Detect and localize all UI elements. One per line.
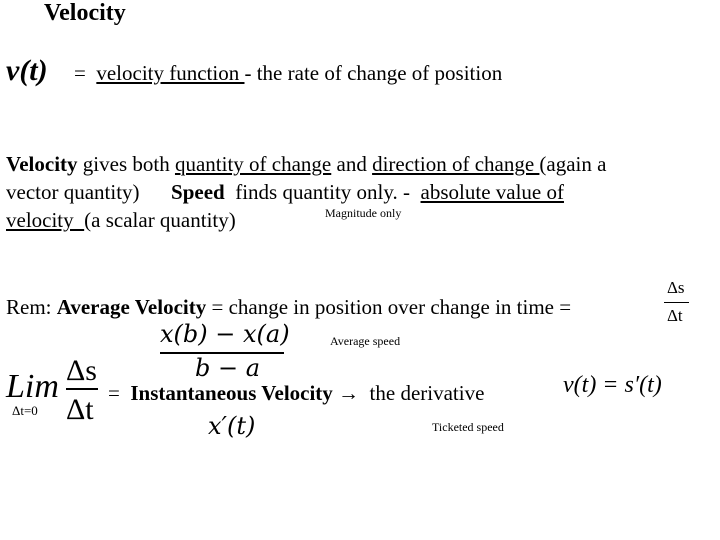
average-velocity-line: Rem: Average Velocity = change in positi… [6,295,571,320]
derivative-formula: v(t) = s′(t) [563,372,662,398]
term-velocity-function: velocity function [96,61,245,85]
paragraph-line-1: Velocity gives both quantity of change a… [6,150,606,178]
annotation-average-speed: Average speed [330,334,401,348]
fraction-denominator: Δt [667,306,683,325]
definition-text: - the rate of change of position [244,61,503,85]
velocity-underlined: velocity [6,208,85,232]
text: = change in position over change in time… [206,295,572,319]
direction-of-change: direction of change [372,152,540,176]
fraction-numerator: Δs [667,278,685,297]
paragraph-line-3: velocity (a scalar quantity) [6,206,606,234]
limit-fraction-numerator: Δs [66,354,97,387]
annotation-ticketed-speed: Ticketed speed [432,420,504,434]
difference-quotient-denominator: b − a [195,354,261,382]
absolute-value-of: absolute value of [420,180,564,204]
equals-sign: = [74,61,86,85]
average-velocity-bold: Average Velocity [56,295,207,319]
derivative-alt: x′(t) [208,412,256,440]
text: (a scalar quantity) [84,208,236,232]
difference-quotient-numerator: x(b) − x(a) [160,320,290,348]
text: gives both [77,152,175,176]
text: finds quantity only. - [224,180,421,204]
page-title: Velocity [44,0,126,26]
text: the derivative [364,381,485,405]
arrow-right-icon: → [332,381,365,405]
text: vector quantity) [6,180,172,204]
limit-fraction-denominator: Δt [66,393,94,426]
limit-subscript: Δt=0 [12,403,38,418]
speed-bold: Speed [171,180,225,204]
equals-sign: = [108,381,126,405]
instantaneous-velocity-line: = Instantaneous Velocity → the derivativ… [108,381,484,406]
paragraph-line-2: vector quantity) Speed finds quantity on… [6,178,606,206]
text: (again a [539,152,607,176]
velocity-paragraph: Velocity gives both quantity of change a… [6,150,606,234]
text: and [331,152,373,176]
velocity-bold: Velocity [6,152,78,176]
annotation-magnitude-only: Magnitude only [325,206,402,220]
limit-symbol: Lim [6,368,59,405]
fraction-bar [664,302,689,303]
velocity-symbol: v(t) [6,54,48,87]
quantity-of-change: quantity of change [174,152,332,176]
rem-prefix: Rem: [6,295,57,319]
instantaneous-velocity-bold: Instantaneous Velocity [130,381,333,405]
limit-fraction-bar [66,388,98,390]
velocity-definition: = velocity function - the rate of change… [74,61,502,86]
